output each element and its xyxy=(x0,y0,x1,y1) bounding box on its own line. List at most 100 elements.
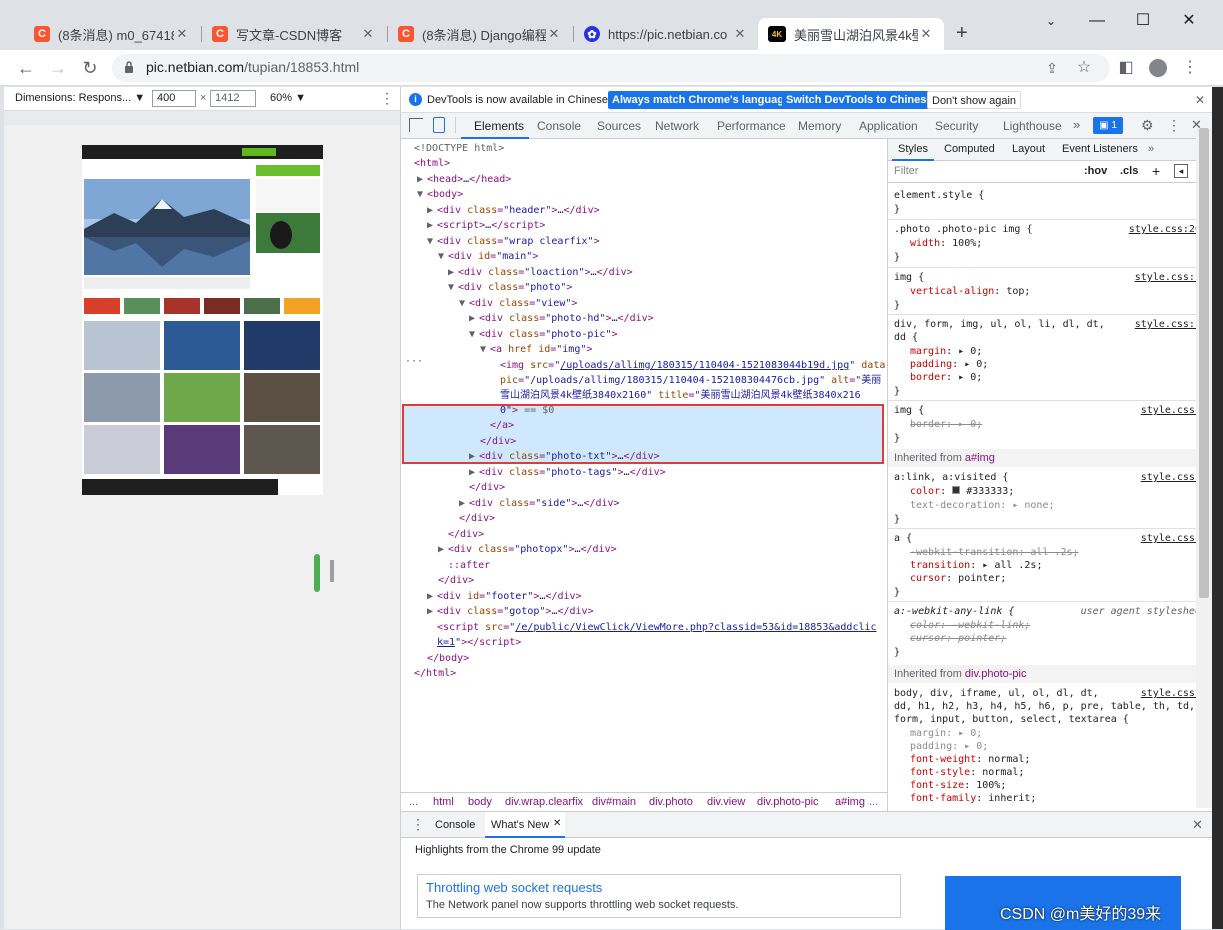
rule-reset-list[interactable]: div, form, img, ul, ol, li, dl, dt, xyxy=(894,318,1105,331)
profile-avatar-icon[interactable] xyxy=(1146,56,1170,80)
tab-security[interactable]: Security xyxy=(935,119,978,133)
dom-node-a-img[interactable]: ▼ <a href id="img"> xyxy=(480,342,592,357)
rule-img[interactable]: img { xyxy=(894,271,924,284)
side-panel-icon[interactable]: ◧ xyxy=(1114,56,1138,80)
tab-console[interactable]: Console xyxy=(537,119,581,133)
dom-node-div-main[interactable]: ▼ <div id="main"> xyxy=(438,249,538,264)
tab-lighthouse[interactable]: Lighthouse xyxy=(1003,119,1062,133)
device-resize-handle[interactable] xyxy=(330,560,334,582)
close-tab-icon[interactable]: ✕ xyxy=(174,26,190,42)
drawer-menu-icon[interactable]: ⋮ xyxy=(411,816,425,833)
tab-performance[interactable]: Performance xyxy=(717,119,786,133)
close-infobar-icon[interactable]: ✕ xyxy=(1195,93,1205,107)
device-more-icon[interactable]: ⋮ xyxy=(380,90,394,107)
tab-elements[interactable]: Elements xyxy=(474,119,524,133)
rule-photo-pic-img[interactable]: .photo .photo-pic img { xyxy=(894,223,1032,236)
dom-node-div-loaction[interactable]: ▶ <div class="loaction">…</div> xyxy=(448,265,633,280)
breadcrumb-more[interactable]: ... xyxy=(869,796,878,808)
subtab-layout[interactable]: Layout xyxy=(1012,143,1045,155)
inspect-element-icon[interactable] xyxy=(409,118,423,132)
dom-node-div-wrap[interactable]: ▼ <div class="wrap clearfix"> xyxy=(427,234,600,249)
styles-filter-input[interactable]: Filter xyxy=(894,165,1074,177)
dom-node-div-photo-tags[interactable]: ▶ <div class="photo-tags">…</div> xyxy=(469,465,666,480)
tab-network[interactable]: Network xyxy=(655,119,699,133)
maximize-icon[interactable]: ☐ xyxy=(1120,8,1166,34)
tab-application[interactable]: Application xyxy=(859,119,918,133)
dom-node-div-photopx[interactable]: ▶ <div class="photopx">…</div> xyxy=(438,542,617,557)
subtab-styles[interactable]: Styles xyxy=(898,143,928,155)
hov-toggle[interactable]: :hov xyxy=(1084,165,1107,177)
issues-badge[interactable]: ▣ 1 xyxy=(1093,117,1123,134)
scrollbar-thumb[interactable] xyxy=(1199,128,1209,598)
zoom-dropdown[interactable]: 60% ▼ xyxy=(270,92,306,104)
rule-img-border[interactable]: img { xyxy=(894,404,924,417)
chrome-menu-icon[interactable]: ⋮ xyxy=(1178,56,1202,80)
close-window-icon[interactable]: ✕ xyxy=(1166,8,1212,34)
dimensions-dropdown[interactable]: Dimensions: Respons... ▼ xyxy=(15,92,145,104)
new-style-rule-icon[interactable]: + xyxy=(1152,163,1160,179)
dom-node-body[interactable]: ▼ <body> xyxy=(417,187,463,202)
more-subtabs-icon[interactable]: » xyxy=(1148,143,1154,155)
browser-tab-active[interactable]: 4K 美丽雪山湖泊风景4k壁 ✕ xyxy=(758,18,944,50)
tab-sources[interactable]: Sources xyxy=(597,119,641,133)
dom-node-after[interactable]: ::after xyxy=(448,558,490,573)
styles-scrollbar[interactable] xyxy=(1196,128,1212,808)
breadcrumb-item[interactable]: div.photo-pic xyxy=(757,796,819,808)
browser-tab[interactable]: C (8条消息) m0_674189 ✕ xyxy=(24,18,200,50)
share-icon[interactable]: ⇪ xyxy=(1040,56,1064,80)
breadcrumb-item[interactable]: div#main xyxy=(592,796,636,808)
device-width-input[interactable]: 400 xyxy=(152,90,196,107)
new-tab-icon[interactable]: + xyxy=(956,22,968,45)
browser-tab[interactable]: ✿ https://pic.netbian.co ✕ xyxy=(574,18,758,50)
inherited-a-link[interactable]: a#img xyxy=(965,452,995,464)
always-match-language-button[interactable]: Always match Chrome's language xyxy=(608,91,795,109)
rule-a-link[interactable]: a:link, a:visited { xyxy=(894,471,1008,484)
close-tab-icon[interactable]: ✕ xyxy=(546,26,562,42)
node-ellipsis-icon[interactable]: ··· xyxy=(405,354,423,369)
minimize-icon[interactable]: — xyxy=(1074,8,1120,34)
address-bar[interactable]: pic.netbian.com/tupian/18853.html ⇪ ☆ xyxy=(112,54,1110,82)
toggle-sidebar-icon[interactable]: ◂ xyxy=(1174,164,1188,178)
subtab-event-listeners[interactable]: Event Listeners xyxy=(1062,143,1138,155)
breadcrumb-item[interactable]: div.wrap.clearfix xyxy=(505,796,583,808)
dom-node-img-line1[interactable]: <img src="/uploads/allimg/180315/110404-… xyxy=(500,358,887,373)
cls-toggle[interactable]: .cls xyxy=(1120,165,1138,177)
device-toolbar-toggle-icon[interactable] xyxy=(433,117,445,133)
drawer-tab-console[interactable]: Console xyxy=(435,819,475,831)
dom-node-div-gotop[interactable]: ▶ <div class="gotop">…</div> xyxy=(427,604,594,619)
feature-card-title[interactable]: Throttling web socket requests xyxy=(426,880,602,895)
close-drawer-icon[interactable]: ✕ xyxy=(1192,817,1203,833)
bookmark-star-icon[interactable]: ☆ xyxy=(1072,56,1096,80)
dom-node-html[interactable]: <html> xyxy=(414,156,450,171)
reload-icon[interactable]: ↻ xyxy=(78,56,102,80)
dom-node-script-viewmore[interactable]: <script src="/e/public/ViewClick/ViewMor… xyxy=(437,620,882,650)
close-tab-icon[interactable]: ✕ xyxy=(918,26,934,42)
dom-node-div-view[interactable]: ▼ <div class="view"> xyxy=(459,296,577,311)
device-height-input[interactable]: 1412 xyxy=(210,90,256,107)
dom-node-div-photo-hd[interactable]: ▶ <div class="photo-hd">…</div> xyxy=(469,311,654,326)
forward-icon[interactable]: → xyxy=(46,56,70,80)
dom-node-div-photo-txt[interactable]: ▶ <div class="photo-txt">…</div> xyxy=(469,449,660,464)
dom-node-div-side[interactable]: ▶ <div class="side">…</div> xyxy=(459,496,620,511)
breadcrumb-item[interactable]: html xyxy=(433,796,454,808)
inherited-div-link[interactable]: div.photo-pic xyxy=(965,668,1027,680)
breadcrumb-ellipsis[interactable]: ... xyxy=(409,796,418,808)
dom-node-div-photo-pic[interactable]: ▼ <div class="photo-pic"> xyxy=(469,327,618,342)
breadcrumb-item[interactable]: div.view xyxy=(707,796,745,808)
more-tabs-icon[interactable]: » xyxy=(1073,117,1080,132)
browser-tab[interactable]: C (8条消息) Django编程 ✕ xyxy=(388,18,572,50)
feature-card[interactable]: Throttling web socket requests The Netwo… xyxy=(417,874,901,918)
rule-a[interactable]: a { xyxy=(894,532,912,545)
back-icon[interactable]: ← xyxy=(14,56,38,80)
settings-gear-icon[interactable]: ⚙ xyxy=(1141,117,1154,134)
drawer-tab-whats-new[interactable]: What's New xyxy=(491,819,549,831)
dont-show-again-button[interactable]: Don't show again xyxy=(927,91,1022,109)
rule-base-reset[interactable]: body, div, iframe, ul, ol, dl, dt, xyxy=(894,687,1099,700)
tab-memory[interactable]: Memory xyxy=(798,119,841,133)
rule-element-style[interactable]: element.style { xyxy=(894,189,984,202)
close-tab-icon[interactable]: ✕ xyxy=(732,26,748,42)
subtab-computed[interactable]: Computed xyxy=(944,143,995,155)
dom-node-div-header[interactable]: ▶ <div class="header">…</div> xyxy=(427,203,600,218)
breadcrumb-item[interactable]: div.photo xyxy=(649,796,693,808)
browser-tab[interactable]: C 写文章-CSDN博客 ✕ xyxy=(202,18,386,50)
